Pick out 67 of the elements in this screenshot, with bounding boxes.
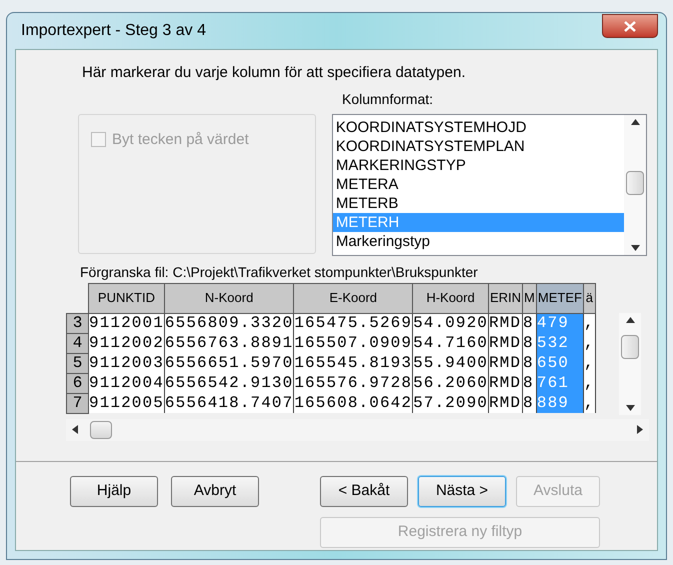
list-item[interactable]: METERA [332,174,624,194]
table-cell: 532 [536,333,584,353]
dialog-button[interactable]: Avbryt [171,476,259,506]
table-cell: 9112002 [88,333,164,353]
list-item[interactable]: KOORDINATSYSTEMHOJD [332,118,624,136]
column-header[interactable]: PUNKTID [88,283,164,313]
instruction-text: Här markerar du varje kolumn för att specifiera datatypen. [82,63,467,83]
table-cell: 889 [536,393,584,413]
list-item[interactable]: Markeringstyp [332,232,624,250]
column-format-label: Kolumnformat: [342,90,434,108]
column-header[interactable]: ERIN [488,283,523,313]
dialog-button[interactable]: < Bakåt [320,476,408,506]
table-cell: 165475.5269 [294,313,413,333]
table-cell: 9112001 [88,313,164,333]
list-item[interactable]: METERB [332,194,624,212]
table-cell: RMD [488,313,523,333]
table-cell: 9112004 [88,373,164,393]
table-cell: RMD [488,353,523,373]
column-header[interactable]: ä [583,283,596,313]
table-cell: 8 [522,373,536,393]
table-cell: 479 [536,313,584,333]
table-cell: 54.0920 [412,313,488,333]
table-cell: , [583,333,596,353]
table-cell: 9112003 [88,353,164,373]
table-cell: 165545.8193 [294,353,413,373]
table-cell: 55.9400 [412,353,488,373]
checkbox-label: Byt tecken på värdet [112,130,249,150]
table-cell: , [583,373,596,393]
row-number: 7 [66,393,88,413]
dialog-button[interactable]: Hjälp [70,476,158,506]
column-header[interactable]: E-Koord [294,283,413,313]
table-cell: 8 [522,333,536,353]
table-cell: 6556763.8891 [164,333,294,353]
table-cell: 6556809.3320 [164,313,294,333]
table-cell: , [583,353,596,373]
dialog-button[interactable]: Nästa > [418,476,506,506]
table-cell: 165608.0642 [294,393,413,413]
list-item[interactable]: MARKERINGSTYP [332,156,624,174]
table-cell: 57.2090 [412,393,488,413]
table-cell: RMD [488,393,523,413]
table-cell: 165507.0909 [294,333,413,353]
column-header[interactable]: N-Koord [164,283,294,313]
column-header[interactable]: M [522,283,536,313]
row-number: 6 [66,373,88,393]
list-item[interactable]: KOORDINATSYSTEMPLAN [332,136,624,156]
column-header[interactable]: METEF [536,283,584,313]
column-format-list[interactable]: KOORDINATSYSTEMHOJD KOORDINATSYSTEMPLAN MARKERINGSTYP METERA METERB METERH Markeringstyp [332,114,647,256]
preview-label: Förgranska fil: C:\Projekt\Trafikverket stompunkter\Brukspunkter [80,262,479,282]
row-number: 5 [66,353,88,373]
table-cell: 8 [522,393,536,413]
table-cell: 650 [536,353,584,373]
table-cell: 8 [522,353,536,373]
table-cell: 761 [536,373,584,393]
table-cell: 6556418.7407 [164,393,294,413]
table-cell: 56.2060 [412,373,488,393]
row-number: 4 [66,333,88,353]
table-cell: , [583,393,596,413]
table-cell: 165576.9728 [294,373,413,393]
table-cell: 9112005 [88,393,164,413]
table-cell: RMD [488,333,523,353]
table-cell: 54.7160 [412,333,488,353]
table-cell: 6556542.9130 [164,373,294,393]
table-cell: 6556651.5970 [164,353,294,373]
column-header[interactable]: H-Koord [412,283,488,313]
window-title: Importexpert - Steg 3 av 4 [20,21,206,41]
table-cell: RMD [488,373,523,393]
row-number: 3 [66,313,88,333]
